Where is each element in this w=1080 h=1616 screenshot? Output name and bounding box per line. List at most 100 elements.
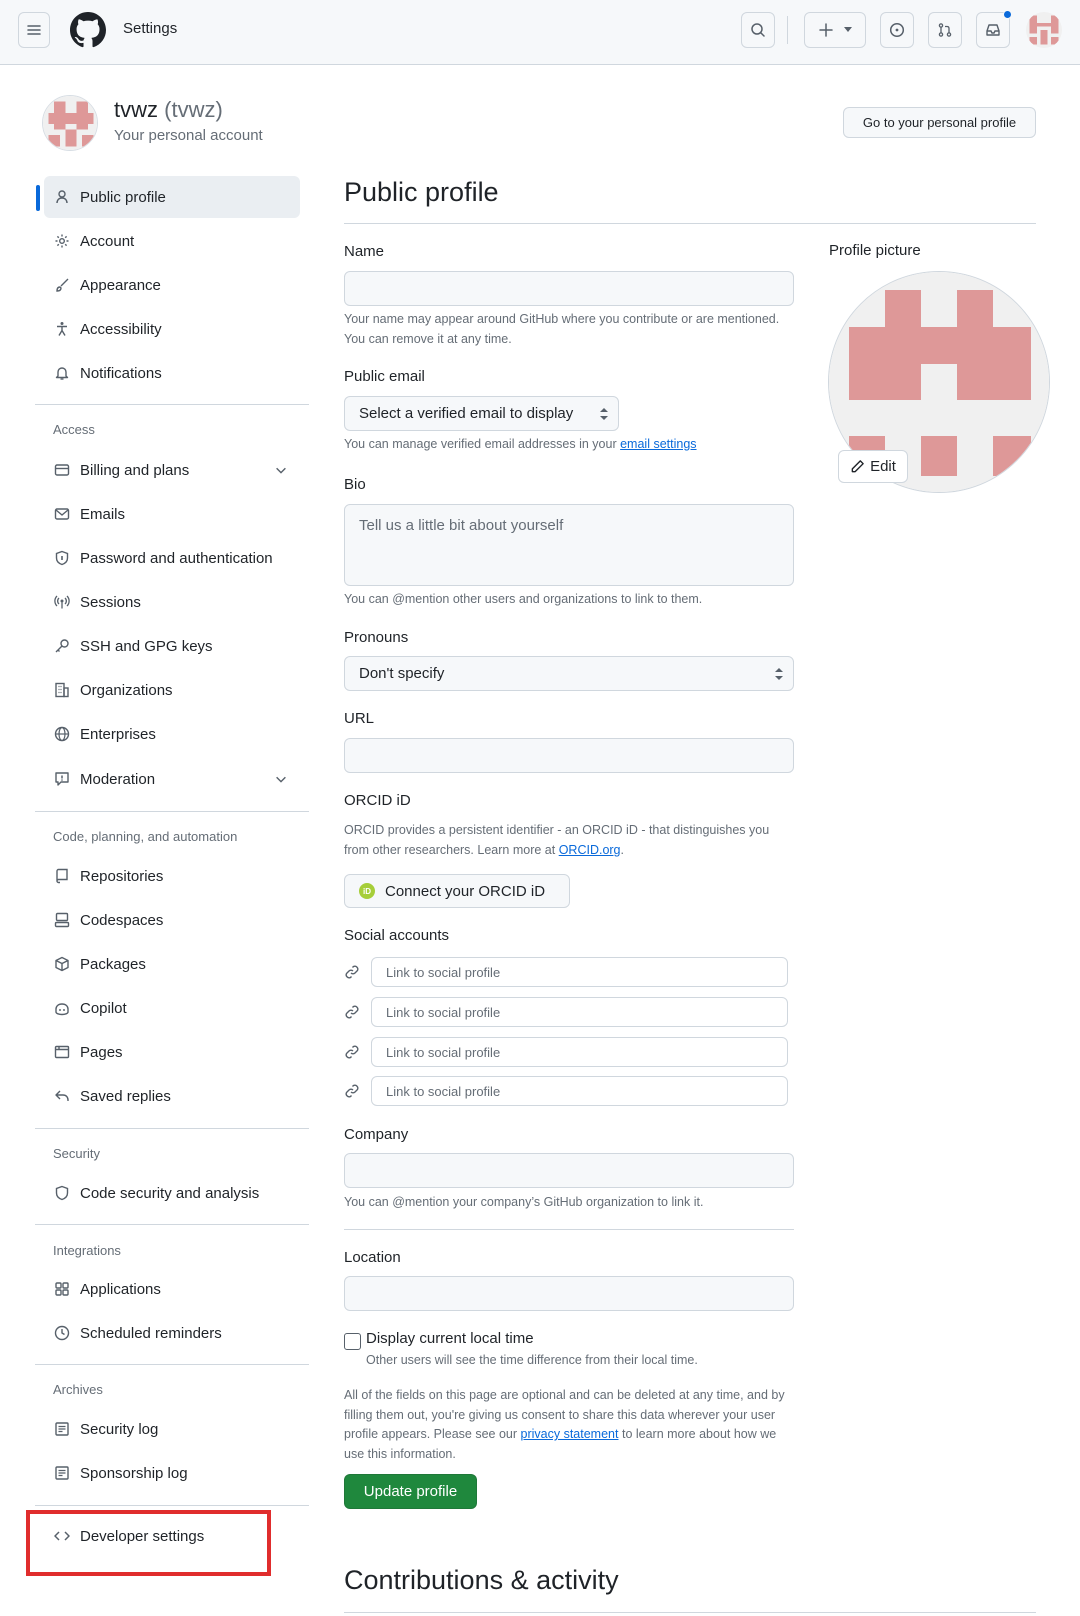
active-indicator: [36, 185, 40, 211]
pronouns-select[interactable]: Don't specify: [344, 656, 794, 691]
select-arrows-icon: [600, 408, 608, 420]
pull-requests-button[interactable]: [928, 12, 962, 48]
hamburger-menu-button[interactable]: [18, 12, 50, 48]
email-settings-link[interactable]: email settings: [620, 437, 696, 451]
public-email-select-value: Select a verified email to display: [359, 405, 574, 422]
sidebar-item-notifications[interactable]: Notifications: [44, 352, 300, 394]
sidebar-item-organizations[interactable]: Organizations: [44, 669, 300, 711]
sidebar-item-sessions[interactable]: Sessions: [44, 581, 300, 623]
sidebar-item-appearance[interactable]: Appearance: [44, 264, 300, 306]
social-account-row: Link to social profile: [344, 997, 788, 1027]
go-to-personal-profile-button[interactable]: Go to your personal profile: [843, 107, 1036, 138]
github-logo-icon[interactable]: [70, 12, 106, 48]
sidebar-item-label: Enterprises: [80, 725, 156, 743]
sidebar-item-label: Code security and analysis: [80, 1184, 260, 1202]
sidebar-item-label: Sessions: [80, 593, 141, 611]
shield-lock-icon: [52, 548, 72, 568]
sidebar-item-label: Copilot: [80, 999, 127, 1017]
sidebar-item-copilot[interactable]: Copilot: [44, 987, 300, 1029]
sidebar-item-repositories[interactable]: Repositories: [44, 855, 300, 897]
company-field[interactable]: [344, 1153, 794, 1188]
chevron-down-icon: [276, 776, 286, 783]
log-icon: [52, 1463, 72, 1483]
key-icon: [52, 636, 72, 656]
search-button[interactable]: [741, 12, 775, 48]
public-email-select[interactable]: Select a verified email to display: [344, 396, 619, 431]
search-icon: [751, 23, 765, 37]
create-new-button[interactable]: [804, 12, 866, 48]
bell-icon: [52, 363, 72, 383]
orcid-label: ORCID iD: [344, 792, 411, 809]
sidebar-item-emails[interactable]: Emails: [44, 493, 300, 535]
sidebar-item-packages[interactable]: Packages: [44, 943, 300, 985]
local-time-checkbox[interactable]: [344, 1333, 361, 1350]
link-icon: [345, 1045, 359, 1059]
bio-textarea[interactable]: Tell us a little bit about yourself: [344, 504, 794, 586]
chevron-down-icon: [276, 467, 286, 474]
sidebar-item-enterprises[interactable]: Enterprises: [44, 713, 300, 755]
url-field[interactable]: [344, 738, 794, 773]
update-profile-button[interactable]: Update profile: [344, 1474, 477, 1509]
edit-picture-button[interactable]: Edit: [838, 450, 908, 483]
pull-request-icon: [938, 23, 952, 37]
sidebar-item-account[interactable]: Account: [44, 220, 300, 262]
globe-icon: [52, 724, 72, 744]
copilot-icon: [52, 998, 72, 1018]
social-account-row: Link to social profile: [344, 1037, 788, 1067]
notification-dot: [1003, 10, 1012, 19]
privacy-statement-link[interactable]: privacy statement: [521, 1427, 619, 1441]
sidebar-item-security-log[interactable]: Security log: [44, 1408, 300, 1450]
sidebar-item-ssh-gpg[interactable]: SSH and GPG keys: [44, 625, 300, 667]
sidebar-item-public-profile[interactable]: Public profile: [44, 176, 300, 218]
sidebar-item-label: Accessibility: [80, 320, 162, 338]
company-note: You can @mention your company’s GitHub o…: [344, 1195, 704, 1209]
social-link-input[interactable]: Link to social profile: [371, 1037, 788, 1067]
highlight-box: [26, 1510, 271, 1576]
issues-button[interactable]: [880, 12, 914, 48]
social-link-input[interactable]: Link to social profile: [371, 1076, 788, 1106]
location-field[interactable]: [344, 1276, 794, 1311]
public-email-note: You can manage verified email addresses …: [344, 434, 794, 454]
sidebar-item-codespaces[interactable]: Codespaces: [44, 899, 300, 941]
sidebar-item-accessibility[interactable]: Accessibility: [44, 308, 300, 350]
social-accounts-label: Social accounts: [344, 927, 450, 944]
broadcast-icon: [52, 592, 72, 612]
disclaimer-text: All of the fields on this page are optio…: [344, 1386, 794, 1464]
title-divider: [344, 223, 1036, 224]
sidebar-item-moderation[interactable]: Moderation: [44, 758, 300, 800]
link-icon: [345, 965, 359, 979]
sidebar-item-applications[interactable]: Applications: [44, 1268, 300, 1310]
title-divider: [344, 1612, 1036, 1613]
name-note: Your name may appear around GitHub where…: [344, 312, 780, 346]
orcid-icon: iD: [359, 883, 375, 899]
sidebar-item-pages[interactable]: Pages: [44, 1031, 300, 1073]
user-name-text: tvwz: [114, 97, 158, 122]
orcid-note: ORCID provides a persistent identifier -…: [344, 823, 770, 857]
sidebar-item-billing[interactable]: Billing and plans: [44, 449, 300, 491]
orcid-link[interactable]: ORCID.org: [559, 843, 621, 857]
bio-label: Bio: [344, 476, 366, 493]
credit-card-icon: [52, 460, 72, 480]
sidebar-item-label: Moderation: [80, 770, 156, 788]
sidebar-item-saved-replies[interactable]: Saved replies: [44, 1075, 300, 1117]
sidebar-item-sponsorship-log[interactable]: Sponsorship log: [44, 1452, 300, 1494]
sidebar-item-password-auth[interactable]: Password and authentication: [44, 537, 300, 579]
link-icon: [345, 1084, 359, 1098]
sidebar-item-scheduled-reminders[interactable]: Scheduled reminders: [44, 1312, 300, 1354]
user-avatar-menu[interactable]: [1026, 12, 1062, 48]
link-icon: [345, 1005, 359, 1019]
sidebar-heading-integrations: Integrations: [53, 1243, 121, 1258]
sidebar-item-label: Repositories: [80, 867, 164, 885]
name-field[interactable]: [344, 271, 794, 306]
sidebar-divider: [35, 811, 309, 812]
apps-icon: [52, 1279, 72, 1299]
header-separator: [787, 16, 788, 44]
social-link-input[interactable]: Link to social profile: [371, 957, 788, 987]
public-email-label: Public email: [344, 368, 425, 385]
caret-down-icon: [844, 27, 852, 32]
sidebar-item-label: Packages: [80, 955, 146, 973]
connect-orcid-button[interactable]: iD Connect your ORCID iD: [344, 874, 570, 908]
sidebar-item-code-security[interactable]: Code security and analysis: [44, 1172, 300, 1214]
bio-note: You can @mention other users and organiz…: [344, 592, 703, 606]
social-link-input[interactable]: Link to social profile: [371, 997, 788, 1027]
